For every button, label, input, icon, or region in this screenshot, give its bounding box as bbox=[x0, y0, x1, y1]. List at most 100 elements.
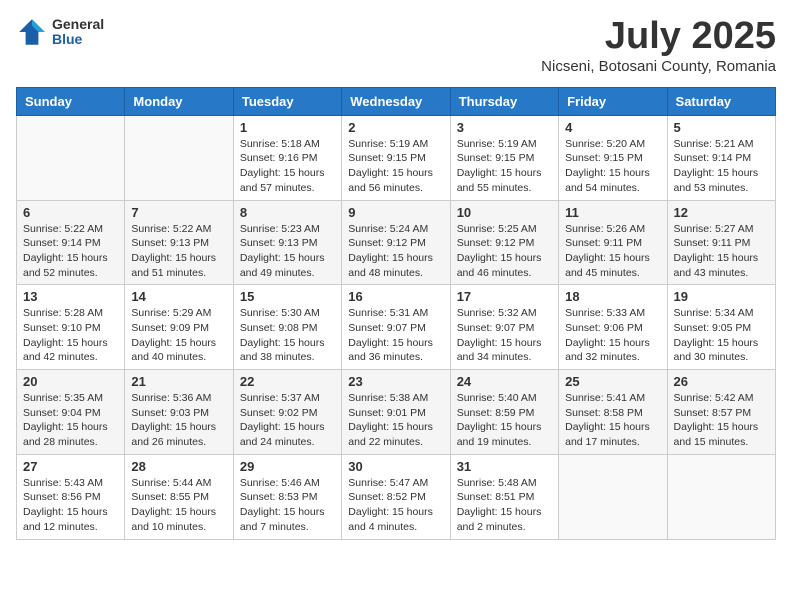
cell-details: Sunrise: 5:23 AMSunset: 9:13 PMDaylight:… bbox=[240, 222, 335, 281]
week-row-3: 13 Sunrise: 5:28 AMSunset: 9:10 PMDayligh… bbox=[17, 285, 776, 370]
cell-details: Sunrise: 5:24 AMSunset: 9:12 PMDaylight:… bbox=[348, 222, 443, 281]
cell-1-4: 2Sunrise: 5:19 AMSunset: 9:15 PMDaylight… bbox=[342, 115, 450, 200]
cell-details: Sunrise: 5:25 AMSunset: 9:12 PMDaylight:… bbox=[457, 222, 552, 281]
cell-3-5: 17 Sunrise: 5:32 AMSunset: 9:07 PMDayligh… bbox=[450, 285, 558, 370]
cell-details: Sunrise: 5:46 AMSunset: 8:53 PMDaylight:… bbox=[240, 476, 335, 535]
day-number: 27 bbox=[23, 459, 118, 474]
cell-1-3: 1 Sunrise: 5:18 AMSunset: 9:16 PMDaylight… bbox=[233, 115, 341, 200]
calendar-header: Sunday Monday Tuesday Wednesday Thursday… bbox=[17, 87, 776, 115]
cell-2-4: 9 Sunrise: 5:24 AMSunset: 9:12 PMDaylight… bbox=[342, 200, 450, 285]
day-number: 10 bbox=[457, 205, 552, 220]
cell-details: Sunrise: 5:22 AMSunset: 9:13 PMDaylight:… bbox=[131, 222, 226, 281]
cell-3-6: 18 Sunrise: 5:33 AMSunset: 9:06 PMDayligh… bbox=[559, 285, 667, 370]
cell-3-4: 16 Sunrise: 5:31 AMSunset: 9:07 PMDayligh… bbox=[342, 285, 450, 370]
cell-details: Sunrise: 5:38 AMSunset: 9:01 PMDaylight:… bbox=[348, 391, 443, 450]
day-number: 15 bbox=[240, 289, 335, 304]
cell-3-7: 19 Sunrise: 5:34 AMSunset: 9:05 PMDayligh… bbox=[667, 285, 775, 370]
day-number: 7 bbox=[131, 205, 226, 220]
col-monday: Monday bbox=[125, 87, 233, 115]
col-friday: Friday bbox=[559, 87, 667, 115]
cell-2-2: 7 Sunrise: 5:22 AMSunset: 9:13 PMDaylight… bbox=[125, 200, 233, 285]
cell-3-1: 13 Sunrise: 5:28 AMSunset: 9:10 PMDayligh… bbox=[17, 285, 125, 370]
cell-4-5: 24Sunrise: 5:40 AMSunset: 8:59 PMDayligh… bbox=[450, 370, 558, 455]
cell-details: Sunrise: 5:30 AMSunset: 9:08 PMDaylight:… bbox=[240, 306, 335, 365]
cell-details: Sunrise: 5:44 AMSunset: 8:55 PMDaylight:… bbox=[131, 476, 226, 535]
day-number: 4 bbox=[565, 120, 660, 135]
cell-details: Sunrise: 5:33 AMSunset: 9:06 PMDaylight:… bbox=[565, 306, 660, 365]
cell-details: Sunrise: 5:32 AMSunset: 9:07 PMDaylight:… bbox=[457, 306, 552, 365]
day-number: 28 bbox=[131, 459, 226, 474]
cell-details: Sunrise: 5:27 AMSunset: 9:11 PMDaylight:… bbox=[674, 222, 769, 281]
cell-2-1: 6 Sunrise: 5:22 AMSunset: 9:14 PMDaylight… bbox=[17, 200, 125, 285]
cell-details: Sunrise: 5:43 AMSunset: 8:56 PMDaylight:… bbox=[23, 476, 118, 535]
day-number: 13 bbox=[23, 289, 118, 304]
cell-details: Sunrise: 5:28 AMSunset: 9:10 PMDaylight:… bbox=[23, 306, 118, 365]
day-number: 30 bbox=[348, 459, 443, 474]
cell-details: Sunrise: 5:37 AMSunset: 9:02 PMDaylight:… bbox=[240, 391, 335, 450]
cell-4-2: 21 Sunrise: 5:36 AMSunset: 9:03 PMDayligh… bbox=[125, 370, 233, 455]
day-number: 17 bbox=[457, 289, 552, 304]
cell-details: Sunrise: 5:19 AMSunset: 9:15 PMDaylight:… bbox=[348, 137, 443, 196]
cell-5-3: 29Sunrise: 5:46 AMSunset: 8:53 PMDayligh… bbox=[233, 454, 341, 539]
cell-2-7: 12Sunrise: 5:27 AMSunset: 9:11 PMDayligh… bbox=[667, 200, 775, 285]
cell-details: Sunrise: 5:40 AMSunset: 8:59 PMDaylight:… bbox=[457, 391, 552, 450]
cell-details: Sunrise: 5:31 AMSunset: 9:07 PMDaylight:… bbox=[348, 306, 443, 365]
cell-details: Sunrise: 5:18 AMSunset: 9:16 PMDaylight:… bbox=[240, 137, 335, 196]
cell-details: Sunrise: 5:42 AMSunset: 8:57 PMDaylight:… bbox=[674, 391, 769, 450]
day-number: 1 bbox=[240, 120, 335, 135]
col-wednesday: Wednesday bbox=[342, 87, 450, 115]
cell-5-7 bbox=[667, 454, 775, 539]
cell-details: Sunrise: 5:35 AMSunset: 9:04 PMDaylight:… bbox=[23, 391, 118, 450]
cell-1-6: 4 Sunrise: 5:20 AMSunset: 9:15 PMDaylight… bbox=[559, 115, 667, 200]
day-number: 26 bbox=[674, 374, 769, 389]
cell-1-1 bbox=[17, 115, 125, 200]
cell-5-1: 27 Sunrise: 5:43 AMSunset: 8:56 PMDayligh… bbox=[17, 454, 125, 539]
calendar-body: 1 Sunrise: 5:18 AMSunset: 9:16 PMDaylight… bbox=[17, 115, 776, 539]
cell-5-5: 31 Sunrise: 5:48 AMSunset: 8:51 PMDayligh… bbox=[450, 454, 558, 539]
cell-5-6 bbox=[559, 454, 667, 539]
cell-4-1: 20 Sunrise: 5:35 AMSunset: 9:04 PMDayligh… bbox=[17, 370, 125, 455]
day-number: 31 bbox=[457, 459, 552, 474]
page-header: General Blue July 2025 Nicseni, Botosani… bbox=[16, 16, 776, 75]
calendar-table: Sunday Monday Tuesday Wednesday Thursday… bbox=[16, 87, 776, 540]
cell-details: Sunrise: 5:21 AMSunset: 9:14 PMDaylight:… bbox=[674, 137, 769, 196]
cell-details: Sunrise: 5:20 AMSunset: 9:15 PMDaylight:… bbox=[565, 137, 660, 196]
cell-details: Sunrise: 5:34 AMSunset: 9:05 PMDaylight:… bbox=[674, 306, 769, 365]
cell-details: Sunrise: 5:47 AMSunset: 8:52 PMDaylight:… bbox=[348, 476, 443, 535]
cell-details: Sunrise: 5:19 AMSunset: 9:15 PMDaylight:… bbox=[457, 137, 552, 196]
col-sunday: Sunday bbox=[17, 87, 125, 115]
day-number: 23 bbox=[348, 374, 443, 389]
cell-details: Sunrise: 5:36 AMSunset: 9:03 PMDaylight:… bbox=[131, 391, 226, 450]
cell-4-4: 23 Sunrise: 5:38 AMSunset: 9:01 PMDayligh… bbox=[342, 370, 450, 455]
cell-4-3: 22Sunrise: 5:37 AMSunset: 9:02 PMDayligh… bbox=[233, 370, 341, 455]
title-block: July 2025 Nicseni, Botosani County, Roma… bbox=[541, 16, 776, 75]
day-number: 6 bbox=[23, 205, 118, 220]
cell-3-3: 15 Sunrise: 5:30 AMSunset: 9:08 PMDayligh… bbox=[233, 285, 341, 370]
cell-4-7: 26 Sunrise: 5:42 AMSunset: 8:57 PMDayligh… bbox=[667, 370, 775, 455]
cell-details: Sunrise: 5:22 AMSunset: 9:14 PMDaylight:… bbox=[23, 222, 118, 281]
logo-blue-text: Blue bbox=[52, 32, 104, 47]
logo-icon bbox=[16, 16, 48, 48]
day-number: 5 bbox=[674, 120, 769, 135]
cell-5-2: 28 Sunrise: 5:44 AMSunset: 8:55 PMDayligh… bbox=[125, 454, 233, 539]
day-number: 25 bbox=[565, 374, 660, 389]
day-number: 9 bbox=[348, 205, 443, 220]
cell-2-3: 8Sunrise: 5:23 AMSunset: 9:13 PMDaylight… bbox=[233, 200, 341, 285]
logo-general-text: General bbox=[52, 17, 104, 32]
day-number: 18 bbox=[565, 289, 660, 304]
header-row: Sunday Monday Tuesday Wednesday Thursday… bbox=[17, 87, 776, 115]
day-number: 14 bbox=[131, 289, 226, 304]
cell-4-6: 25Sunrise: 5:41 AMSunset: 8:58 PMDayligh… bbox=[559, 370, 667, 455]
location-subtitle: Nicseni, Botosani County, Romania bbox=[541, 58, 776, 75]
day-number: 16 bbox=[348, 289, 443, 304]
day-number: 19 bbox=[674, 289, 769, 304]
week-row-4: 20 Sunrise: 5:35 AMSunset: 9:04 PMDayligh… bbox=[17, 370, 776, 455]
cell-details: Sunrise: 5:48 AMSunset: 8:51 PMDaylight:… bbox=[457, 476, 552, 535]
day-number: 11 bbox=[565, 205, 660, 220]
cell-details: Sunrise: 5:26 AMSunset: 9:11 PMDaylight:… bbox=[565, 222, 660, 281]
week-row-5: 27 Sunrise: 5:43 AMSunset: 8:56 PMDayligh… bbox=[17, 454, 776, 539]
cell-details: Sunrise: 5:29 AMSunset: 9:09 PMDaylight:… bbox=[131, 306, 226, 365]
day-number: 20 bbox=[23, 374, 118, 389]
week-row-2: 6 Sunrise: 5:22 AMSunset: 9:14 PMDaylight… bbox=[17, 200, 776, 285]
day-number: 21 bbox=[131, 374, 226, 389]
